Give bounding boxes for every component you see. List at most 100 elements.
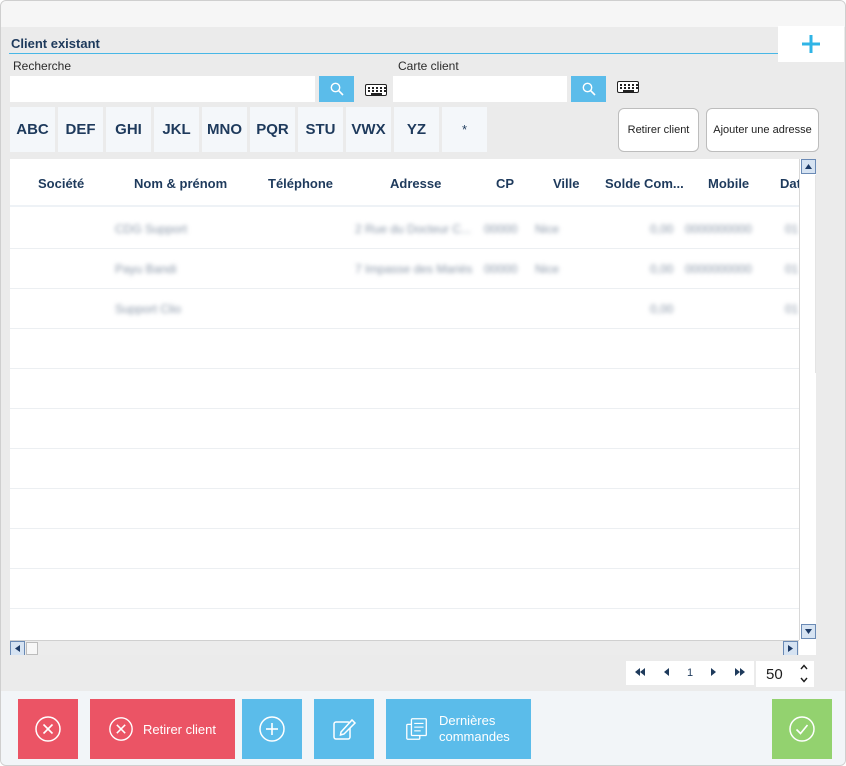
cell-adresse: 7 Impasse des Mariés... <box>355 262 473 276</box>
chevron-up-icon[interactable] <box>800 664 808 670</box>
last-page-icon[interactable] <box>734 667 745 679</box>
cell-adresse: 2 Rue du Docteur C... <box>355 222 472 236</box>
scroll-up-button[interactable] <box>801 159 816 174</box>
keyboard-icon[interactable] <box>617 81 639 93</box>
cancel-button[interactable] <box>18 699 78 759</box>
alpha-filter-ghi[interactable]: GHI <box>106 107 151 152</box>
column-header-telephone[interactable]: Téléphone <box>268 176 333 191</box>
arrow-left-icon <box>15 645 20 652</box>
cell-nom: Support Clio <box>115 302 182 316</box>
column-header-solde[interactable]: Solde Com... <box>605 176 684 191</box>
cell-solde: 0,00 <box>650 302 674 316</box>
alpha-filter-abc[interactable]: ABC <box>10 107 55 152</box>
bottom-action-bar: Retirer client Dernières commandes <box>1 691 845 765</box>
cell-nom: Payu Bandi <box>115 262 177 276</box>
column-header-cp[interactable]: CP <box>496 176 514 191</box>
arrow-right-icon <box>788 645 793 652</box>
cell-solde: 0,00 <box>650 222 674 236</box>
column-header-nom[interactable]: Nom & prénom <box>134 176 227 191</box>
plus-icon <box>802 35 820 53</box>
cell-cp: 00000 <box>484 222 518 236</box>
cell-date: 01 <box>785 302 799 316</box>
edit-button[interactable] <box>314 699 374 759</box>
table-row[interactable]: Payu Bandi 7 Impasse des Mariés... 00000… <box>10 249 799 289</box>
current-page[interactable]: 1 <box>687 667 693 679</box>
search-input[interactable] <box>10 76 315 102</box>
cell-ville: Nice <box>535 262 560 276</box>
scroll-right-button[interactable] <box>783 641 798 655</box>
close-circle-icon <box>35 716 61 742</box>
pagination: 1 <box>626 661 754 685</box>
card-search-button[interactable] <box>571 76 606 102</box>
check-circle-icon <box>789 716 815 742</box>
column-header-adresse[interactable]: Adresse <box>390 176 441 191</box>
column-header-mobile[interactable]: Mobile <box>708 176 749 191</box>
column-header-date[interactable]: Dat <box>780 176 801 191</box>
cell-ville: Nice <box>535 222 560 236</box>
card-label: Carte client <box>398 59 459 73</box>
edit-icon <box>333 718 357 740</box>
table-row[interactable]: CDG Support 2 Rue du Docteur C... 00000 … <box>10 209 799 249</box>
alpha-filter-stu[interactable]: STU <box>298 107 343 152</box>
previous-page-icon[interactable] <box>663 667 669 679</box>
arrow-down-icon <box>805 629 812 634</box>
section-title: Client existant <box>11 36 100 51</box>
table-row-empty <box>10 529 799 569</box>
scroll-thumb[interactable] <box>801 175 816 373</box>
arrow-up-icon <box>805 164 812 169</box>
grid-header: Société Nom & prénom Téléphone Adresse C… <box>10 159 801 207</box>
column-header-ville[interactable]: Ville <box>553 176 580 191</box>
alpha-filter-vwx[interactable]: VWX <box>346 107 391 152</box>
search-icon <box>330 82 344 96</box>
alpha-filter-def[interactable]: DEF <box>58 107 103 152</box>
keyboard-icon[interactable] <box>365 84 387 96</box>
vertical-scrollbar[interactable] <box>799 159 816 640</box>
card-input[interactable] <box>393 76 567 102</box>
page-size-value: 50 <box>766 666 783 683</box>
table-row-empty <box>10 409 799 449</box>
table-row-empty <box>10 329 799 369</box>
table-row-empty <box>10 569 799 609</box>
alpha-filter-jkl[interactable]: JKL <box>154 107 199 152</box>
scroll-down-button[interactable] <box>801 624 816 639</box>
next-page-icon[interactable] <box>711 667 717 679</box>
alpha-filter-all[interactable]: * <box>442 107 487 152</box>
alpha-filter-pqr[interactable]: PQR <box>250 107 295 152</box>
section-divider <box>9 53 779 54</box>
cell-nom: CDG Support <box>115 222 188 236</box>
client-grid: Société Nom & prénom Téléphone Adresse C… <box>10 159 816 655</box>
cell-mobile: 0000000000 <box>685 262 752 276</box>
window-top-strip <box>1 1 845 27</box>
table-row-empty <box>10 369 799 409</box>
page-size-stepper[interactable]: 50 <box>756 661 814 687</box>
scroll-left-button[interactable] <box>10 641 25 655</box>
cell-date: 01 <box>785 222 799 236</box>
horizontal-scroll-thumb[interactable] <box>26 642 38 655</box>
add-client-button[interactable] <box>778 26 844 62</box>
first-page-icon[interactable] <box>635 667 646 679</box>
alpha-filter-yz[interactable]: YZ <box>394 107 439 152</box>
receipt-icon <box>406 718 427 740</box>
footer-remove-client-button[interactable]: Retirer client <box>90 699 235 759</box>
cell-mobile: 0000000000 <box>685 222 752 236</box>
cell-solde: 0,00 <box>650 262 674 276</box>
add-button[interactable] <box>242 699 302 759</box>
client-selection-window: Client existant Recherche Carte client A… <box>0 0 846 766</box>
chevron-down-icon[interactable] <box>800 677 808 683</box>
table-row[interactable]: Support Clio 0,00 01 <box>10 289 799 329</box>
search-label: Recherche <box>13 59 72 73</box>
search-icon <box>582 82 596 96</box>
add-address-button[interactable]: Ajouter une adresse <box>706 108 819 152</box>
table-row-empty <box>10 449 799 489</box>
horizontal-scrollbar[interactable] <box>10 640 799 655</box>
remove-client-button[interactable]: Retirer client <box>618 108 699 152</box>
alpha-filter-mno[interactable]: MNO <box>202 107 247 152</box>
last-orders-button[interactable]: Dernières commandes <box>386 699 531 759</box>
footer-remove-client-label: Retirer client <box>143 721 216 737</box>
cell-date: 01 <box>785 262 799 276</box>
cell-cp: 00000 <box>484 262 518 276</box>
column-header-societe[interactable]: Société <box>38 176 84 191</box>
confirm-button[interactable] <box>772 699 832 759</box>
search-button[interactable] <box>319 76 354 102</box>
plus-circle-icon <box>259 716 285 742</box>
